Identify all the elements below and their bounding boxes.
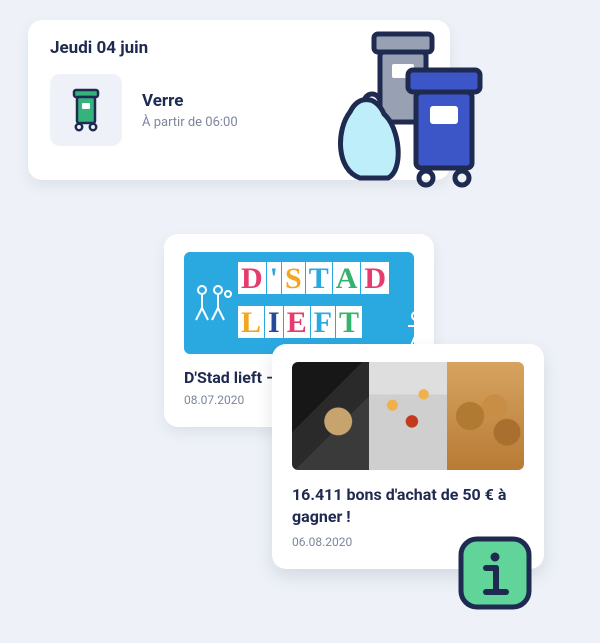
banner-word-dstad: D'STAD — [238, 262, 389, 294]
photo-shopping — [292, 362, 369, 470]
photo-pastries — [447, 362, 524, 470]
photo-food — [369, 362, 446, 470]
people-icon — [192, 282, 232, 322]
banner-word-lieft: LIEFT — [238, 306, 362, 338]
news-title: 16.411 bons d'achat de 50 € à gagner ! — [292, 484, 524, 527]
waste-type-icon-box — [50, 74, 122, 146]
collection-time: À partir de 06:00 — [142, 115, 238, 130]
collection-texts: Verre À partir de 06:00 — [142, 91, 238, 130]
dstad-banner: D'STAD LIEFT — [184, 252, 414, 354]
glass-bin-icon — [69, 88, 103, 132]
info-icon[interactable] — [456, 534, 534, 612]
waste-type-title: Verre — [142, 91, 238, 111]
trash-bins-illustration-icon — [330, 30, 490, 188]
news-photo — [292, 362, 524, 470]
